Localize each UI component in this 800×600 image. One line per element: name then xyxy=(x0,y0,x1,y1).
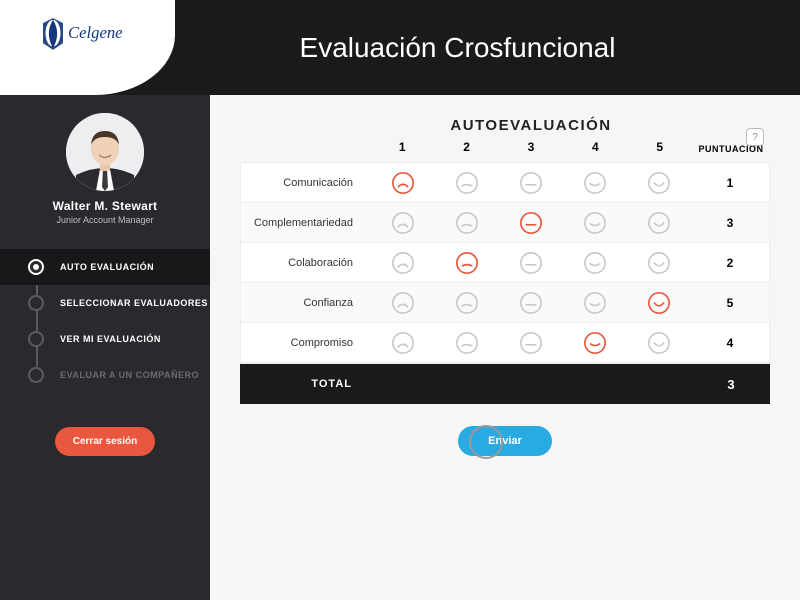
brand-logo: Celgene xyxy=(0,0,175,95)
rating-level-header: 3 xyxy=(511,140,551,154)
sidebar-item-label: AUTO EVALUACIÓN xyxy=(60,262,154,272)
table-row: Complementariedad 3 xyxy=(241,203,769,243)
table-title: AUTOEVALUACIÓN xyxy=(450,117,611,134)
rating-cells xyxy=(371,171,691,195)
rating-level-header: 4 xyxy=(575,140,615,154)
sidebar-item-3: EVALUAR A UN COMPAÑERO xyxy=(0,357,210,393)
nav-step-dot-icon xyxy=(28,367,44,383)
row-score: 2 xyxy=(691,256,769,270)
rating-face-1[interactable] xyxy=(391,171,415,195)
rating-face-5[interactable] xyxy=(647,291,671,315)
rating-cells xyxy=(371,211,691,235)
rating-face-4[interactable] xyxy=(583,171,607,195)
rating-face-5[interactable] xyxy=(647,171,671,195)
criterion-label: Comunicación xyxy=(241,177,371,189)
submit-area: Enviar xyxy=(240,426,770,456)
celgene-logo-icon: Celgene xyxy=(38,14,138,54)
table-row: Compromiso 4 xyxy=(241,323,769,363)
table-header-row: AUTOEVALUACIÓN 12345 ? PUNTUACIÓN xyxy=(240,117,770,154)
table-row: Comunicación 1 xyxy=(241,163,769,203)
row-score: 1 xyxy=(691,176,769,190)
rating-face-3[interactable] xyxy=(519,171,543,195)
rating-face-2[interactable] xyxy=(455,211,479,235)
rating-face-4[interactable] xyxy=(583,291,607,315)
rating-face-2[interactable] xyxy=(455,331,479,355)
total-label: TOTAL xyxy=(240,378,370,390)
rating-face-4[interactable] xyxy=(583,211,607,235)
rating-face-3[interactable] xyxy=(519,331,543,355)
row-score: 4 xyxy=(691,336,769,350)
rating-face-2[interactable] xyxy=(455,251,479,275)
nav-step-dot-icon xyxy=(28,295,44,311)
main-panel: AUTOEVALUACIÓN 12345 ? PUNTUACIÓN Comuni… xyxy=(210,95,800,600)
sidebar-item-label: EVALUAR A UN COMPAÑERO xyxy=(60,370,199,380)
rating-face-1[interactable] xyxy=(391,331,415,355)
sidebar-item-1[interactable]: SELECCIONAR EVALUADORES xyxy=(0,285,210,321)
rating-face-2[interactable] xyxy=(455,171,479,195)
rating-face-1[interactable] xyxy=(391,211,415,235)
body: Walter M. Stewart Junior Account Manager… xyxy=(0,95,800,600)
rating-face-3[interactable] xyxy=(519,211,543,235)
total-value: 3 xyxy=(692,377,770,392)
logout-button[interactable]: Cerrar sesión xyxy=(55,427,155,456)
row-score: 3 xyxy=(691,216,769,230)
rating-level-header: 1 xyxy=(382,140,422,154)
criterion-label: Compromiso xyxy=(241,337,371,349)
nav-step-dot-icon xyxy=(28,331,44,347)
user-name: Walter M. Stewart xyxy=(53,199,158,213)
user-role: Junior Account Manager xyxy=(53,215,158,225)
avatar xyxy=(66,113,144,191)
rating-face-5[interactable] xyxy=(647,211,671,235)
table-row: Confianza 5 xyxy=(241,283,769,323)
rating-cells xyxy=(371,291,691,315)
criterion-label: Confianza xyxy=(241,297,371,309)
sidebar-nav: AUTO EVALUACIÓN SELECCIONAR EVALUADORES VE… xyxy=(0,249,210,393)
sidebar-item-label: VER MI EVALUACIÓN xyxy=(60,334,161,344)
evaluation-table: Comunicación 1Complementariedad 3Colabor… xyxy=(240,162,770,364)
rating-face-4[interactable] xyxy=(583,331,607,355)
rating-face-3[interactable] xyxy=(519,251,543,275)
nav-step-dot-icon xyxy=(28,259,44,275)
rating-level-header: 5 xyxy=(640,140,680,154)
rating-face-5[interactable] xyxy=(647,331,671,355)
rating-face-2[interactable] xyxy=(455,291,479,315)
rating-cells xyxy=(371,251,691,275)
criterion-label: Complementariedad xyxy=(241,217,371,229)
help-icon[interactable]: ? xyxy=(746,128,764,146)
sidebar-item-0[interactable]: AUTO EVALUACIÓN xyxy=(0,249,210,285)
sidebar-item-label: SELECCIONAR EVALUADORES xyxy=(60,298,208,308)
page-title: Evaluación Crosfuncional xyxy=(175,32,800,64)
svg-text:Celgene: Celgene xyxy=(68,23,123,42)
criterion-label: Colaboración xyxy=(241,257,371,269)
sidebar-item-2[interactable]: VER MI EVALUACIÓN xyxy=(0,321,210,357)
total-row: TOTAL 3 xyxy=(240,364,770,404)
sidebar: Walter M. Stewart Junior Account Manager… xyxy=(0,95,210,600)
rating-face-5[interactable] xyxy=(647,251,671,275)
rating-scale-header: 1 2 3 4 5 xyxy=(370,140,692,154)
rating-level-header: 2 xyxy=(447,140,487,154)
rating-cells xyxy=(371,331,691,355)
rating-face-1[interactable] xyxy=(391,291,415,315)
rating-face-1[interactable] xyxy=(391,251,415,275)
submit-button[interactable]: Enviar xyxy=(458,426,552,456)
app: Celgene Evaluación Crosfuncional xyxy=(0,0,800,600)
user-profile: Walter M. Stewart Junior Account Manager xyxy=(53,95,158,245)
header: Celgene Evaluación Crosfuncional xyxy=(0,0,800,95)
rating-face-3[interactable] xyxy=(519,291,543,315)
rating-face-4[interactable] xyxy=(583,251,607,275)
row-score: 5 xyxy=(691,296,769,310)
table-row: Colaboración 2 xyxy=(241,243,769,283)
